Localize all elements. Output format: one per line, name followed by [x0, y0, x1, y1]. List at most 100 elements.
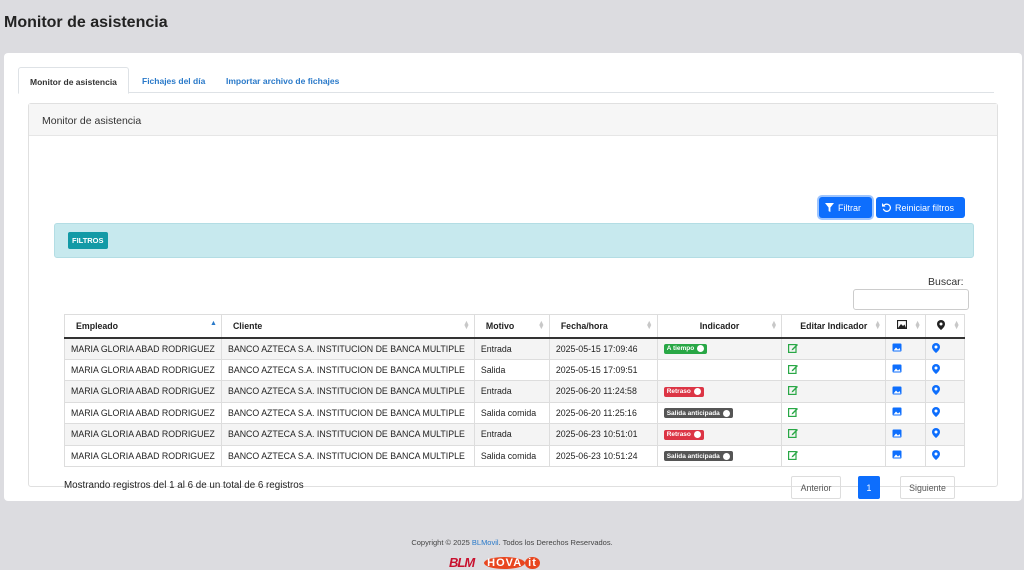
cell-ubicacion: [925, 358, 965, 381]
image-icon[interactable]: [892, 343, 902, 354]
image-icon[interactable]: [892, 386, 902, 397]
cell-motivo: Entrada: [473, 337, 550, 360]
edit-icon[interactable]: [788, 407, 799, 419]
image-icon[interactable]: [892, 450, 902, 461]
col-editar[interactable]: Editar Indicador ▲ ▼: [781, 314, 887, 339]
cell-empleado: MARIA GLORIA ABAD RODRIGUEZ: [64, 423, 222, 446]
warning-icon: [722, 409, 730, 417]
cell-editar: [781, 358, 887, 381]
page-1-button[interactable]: 1: [858, 476, 880, 499]
cell-fecha: 2025-05-15 17:09:46: [548, 337, 658, 360]
blm-logo: BLM: [449, 555, 475, 570]
filter-icon: [825, 203, 834, 212]
image-icon: [897, 320, 908, 330]
cell-indicador: Salida anticipada: [656, 444, 783, 467]
cell-editar: [781, 337, 887, 360]
cell-indicador: [656, 358, 783, 381]
hova-logo-text: HOVA: [484, 557, 526, 569]
cell-fecha: 2025-06-23 10:51:24: [548, 444, 658, 467]
indicator-badge: Salida anticipada: [663, 451, 733, 462]
cell-imagen: [885, 423, 927, 446]
check-icon: [697, 345, 705, 353]
hova-logo: HOVA it: [484, 553, 540, 570]
col-ubicacion[interactable]: ▲ ▼: [925, 314, 965, 339]
search-input[interactable]: [853, 289, 969, 310]
ban-icon: [693, 431, 701, 439]
monitor-card: Monitor de asistencia Filtrar Reiniciar …: [28, 103, 998, 499]
tab-monitor[interactable]: Monitor de asistencia: [18, 67, 129, 94]
cell-empleado: MARIA GLORIA ABAD RODRIGUEZ: [64, 444, 222, 467]
map-pin-icon[interactable]: [932, 363, 941, 376]
cell-imagen: [885, 337, 927, 360]
prev-page-button[interactable]: Anterior: [791, 476, 841, 499]
map-pin-icon[interactable]: [932, 406, 941, 419]
map-pin-icon[interactable]: [932, 385, 941, 397]
col-cliente[interactable]: Cliente ▲ ▼: [220, 314, 475, 339]
edit-icon[interactable]: [788, 450, 799, 462]
cell-cliente: BANCO AZTECA S.A. INSTITUCION DE BANCA M…: [220, 380, 475, 403]
attendance-table: Empleado ▲ Cliente ▲ ▼ Motivo ▲ ▼ Fecha/hora ▲…: [64, 314, 965, 467]
col-motivo[interactable]: Motivo ▲ ▼: [473, 314, 550, 339]
cell-motivo: Salida comida: [473, 444, 550, 467]
table-row: MARIA GLORIA ABAD RODRIGUEZ BANCO AZTECA …: [64, 401, 965, 424]
main-card: Monitor de asistencia Fichajes del día I…: [4, 53, 1022, 501]
footer-logos: BLM HOVA it: [449, 553, 540, 570]
image-icon[interactable]: [892, 407, 902, 418]
cell-fecha: 2025-06-20 11:25:16: [548, 401, 658, 424]
cell-imagen: [885, 401, 927, 424]
cell-cliente: BANCO AZTECA S.A. INSTITUCION DE BANCA M…: [220, 401, 475, 424]
cell-editar: [781, 444, 887, 467]
col-imagen[interactable]: ▲ ▼: [885, 314, 927, 339]
footer-copyright: Copyright © 2025 BLMovil. Todos los Dere…: [411, 538, 613, 547]
search-label: Buscar:: [928, 276, 964, 288]
table-row: MARIA GLORIA ABAD RODRIGUEZ BANCO AZTECA …: [64, 423, 965, 446]
edit-icon[interactable]: [788, 364, 799, 376]
edit-icon[interactable]: [788, 429, 799, 440]
cell-fecha: 2025-06-20 11:24:58: [548, 380, 658, 403]
image-icon[interactable]: [892, 429, 902, 440]
col-fecha[interactable]: Fecha/hora ▲ ▼: [548, 314, 658, 339]
sort-icon: ▲ ▼: [770, 320, 778, 331]
cell-cliente: BANCO AZTECA S.A. INSTITUCION DE BANCA M…: [220, 444, 475, 467]
hova-logo-mark: it: [525, 557, 540, 569]
cell-editar: [781, 401, 887, 424]
filters-toggle[interactable]: FILTROS: [68, 232, 108, 249]
map-pin-icon[interactable]: [932, 449, 941, 462]
reset-filters-button[interactable]: Reiniciar filtros: [876, 197, 965, 218]
filters-panel: FILTROS: [54, 223, 974, 258]
cell-empleado: MARIA GLORIA ABAD RODRIGUEZ: [64, 337, 222, 360]
map-pin-icon[interactable]: [932, 342, 941, 355]
footer-link[interactable]: BLMovil: [472, 538, 499, 547]
cell-indicador: Salida anticipada: [656, 401, 783, 424]
table-row: MARIA GLORIA ABAD RODRIGUEZ BANCO AZTECA …: [64, 337, 965, 360]
page-title: Monitor de asistencia: [4, 14, 168, 31]
tab-fichajes-dia[interactable]: Fichajes del día: [131, 67, 216, 93]
next-page-button[interactable]: Siguiente: [900, 476, 955, 499]
image-icon[interactable]: [892, 364, 902, 375]
table-header-row: Empleado ▲ Cliente ▲ ▼ Motivo ▲ ▼ Fecha/hora ▲…: [64, 314, 965, 339]
filter-button[interactable]: Filtrar: [819, 197, 872, 218]
cell-cliente: BANCO AZTECA S.A. INSTITUCION DE BANCA M…: [220, 423, 475, 446]
table-info: Mostrando registros del 1 al 6 de un tot…: [64, 480, 304, 491]
filter-button-label: Filtrar: [838, 202, 861, 213]
col-empleado[interactable]: Empleado ▲: [64, 314, 222, 339]
cell-ubicacion: [925, 337, 965, 360]
map-pin-icon[interactable]: [932, 428, 941, 440]
warning-icon: [722, 452, 730, 460]
sort-icon: ▲ ▼: [645, 320, 653, 331]
cell-motivo: Salida: [473, 358, 550, 381]
col-indicador[interactable]: Indicador ▲ ▼: [656, 314, 783, 339]
edit-icon[interactable]: [788, 386, 799, 397]
cell-empleado: MARIA GLORIA ABAD RODRIGUEZ: [64, 358, 222, 381]
indicator-badge: Salida anticipada: [663, 408, 733, 419]
edit-icon[interactable]: [788, 343, 799, 355]
tab-importar[interactable]: Importar archivo de fichajes: [215, 67, 350, 93]
cell-imagen: [885, 444, 927, 467]
cell-empleado: MARIA GLORIA ABAD RODRIGUEZ: [64, 380, 222, 403]
cell-fecha: 2025-05-15 17:09:51: [548, 358, 658, 381]
cell-imagen: [885, 380, 927, 403]
cell-empleado: MARIA GLORIA ABAD RODRIGUEZ: [64, 401, 222, 424]
cell-cliente: BANCO AZTECA S.A. INSTITUCION DE BANCA M…: [220, 358, 475, 381]
tab-bar: Monitor de asistencia Fichajes del día I…: [18, 67, 994, 94]
cell-ubicacion: [925, 380, 965, 403]
